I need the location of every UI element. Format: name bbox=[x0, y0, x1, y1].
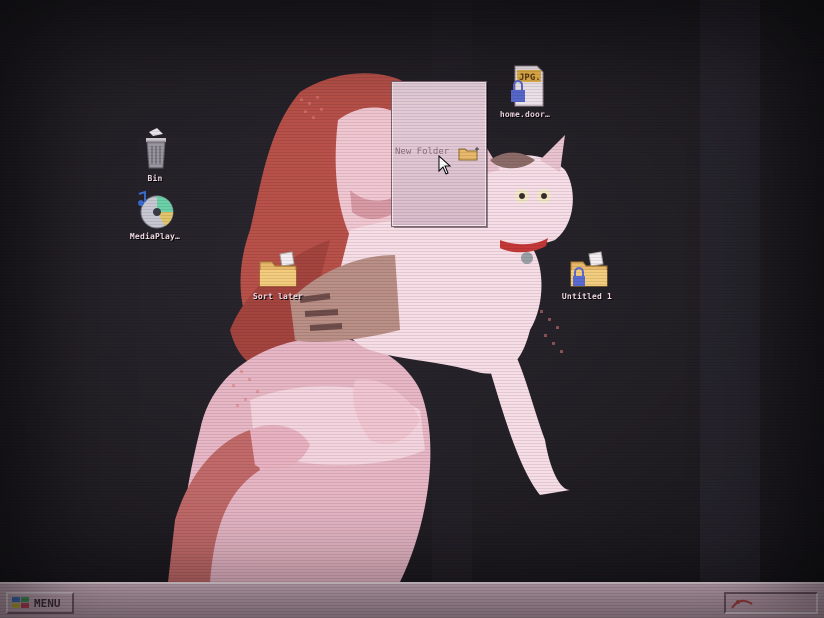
desktop[interactable]: Bin MediaPlay… JPG. home.door… Sort late… bbox=[0, 0, 824, 582]
new-folder-icon bbox=[458, 147, 479, 161]
system-tray-icon bbox=[731, 599, 753, 609]
untitled-1-desktop-icon[interactable]: Untitled 1 bbox=[552, 250, 622, 301]
sort-later-label: Sort later bbox=[252, 292, 304, 301]
system-tray[interactable] bbox=[724, 592, 818, 614]
locked-folder-icon bbox=[570, 251, 608, 287]
home-door-desktop-icon[interactable]: JPG. home.door… bbox=[490, 64, 560, 119]
context-menu: New Folder bbox=[392, 82, 486, 226]
menu-button[interactable]: MENU bbox=[6, 592, 74, 614]
sort-later-desktop-icon[interactable]: Sort later bbox=[243, 250, 313, 301]
menu-label: MENU bbox=[34, 597, 61, 610]
taskbar: MENU bbox=[0, 582, 824, 618]
folder-icon bbox=[259, 251, 297, 287]
locked-jpg-file-icon: JPG. bbox=[511, 65, 544, 107]
home-door-label: home.door… bbox=[499, 110, 551, 119]
untitled-1-label: Untitled 1 bbox=[561, 292, 613, 301]
bin-desktop-icon[interactable]: Bin bbox=[120, 128, 190, 183]
start-menu-icon bbox=[12, 597, 29, 608]
svg-text:JPG.: JPG. bbox=[519, 73, 541, 83]
media-player-desktop-icon[interactable]: MediaPlay… bbox=[120, 190, 190, 241]
trash-bin-icon bbox=[146, 128, 166, 169]
media-player-cd-icon bbox=[138, 190, 174, 229]
bin-label: Bin bbox=[147, 174, 163, 183]
media-player-label: MediaPlay… bbox=[129, 232, 181, 241]
mouse-cursor-icon bbox=[438, 155, 452, 175]
